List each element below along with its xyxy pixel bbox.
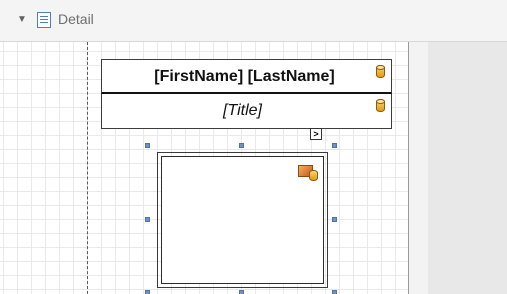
resize-handle-bottom-center[interactable] <box>239 290 244 294</box>
resize-handle-bottom-left[interactable] <box>145 290 150 294</box>
left-margin-line <box>87 42 88 294</box>
detail-band-icon <box>37 12 51 28</box>
detail-band-header[interactable]: ▼ Detail <box>0 0 507 42</box>
band-title: Detail <box>58 11 94 27</box>
picture-box-icon <box>298 165 318 181</box>
resize-handle-top-left[interactable] <box>145 143 150 148</box>
resize-handle-top-right[interactable] <box>332 143 337 148</box>
database-icon <box>376 65 385 78</box>
database-icon <box>376 99 385 112</box>
resize-handle-middle-left[interactable] <box>145 217 150 222</box>
name-label[interactable]: [FirstName] [LastName] <box>101 59 392 94</box>
outside-page-area <box>428 42 507 294</box>
resize-handle-top-center[interactable] <box>239 143 244 148</box>
resize-handle-middle-right[interactable] <box>332 217 337 222</box>
page-right-gutter <box>408 42 428 294</box>
smart-tag-button[interactable]: > <box>310 128 322 140</box>
collapse-toggle-icon[interactable]: ▼ <box>17 15 27 25</box>
database-icon <box>309 170 318 181</box>
name-label-text: [FirstName] [LastName] <box>154 68 335 85</box>
title-label[interactable]: [Title] <box>101 94 392 129</box>
resize-handle-bottom-right[interactable] <box>332 290 337 294</box>
title-label-text: [Title] <box>223 102 262 119</box>
design-surface[interactable]: [FirstName] [LastName] [Title] > <box>0 42 507 294</box>
